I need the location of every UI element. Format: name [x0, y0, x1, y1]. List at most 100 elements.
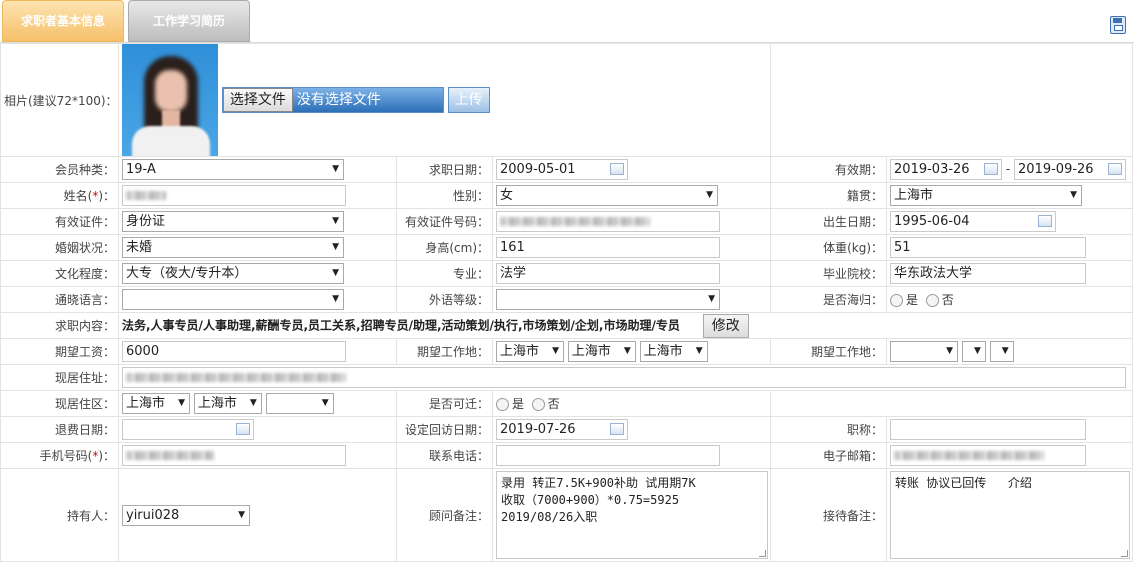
- holder-value: yirui028: [126, 507, 180, 523]
- relocate-no-radio[interactable]: [531, 398, 545, 411]
- education-value: 大专（夜大/专升本）: [126, 266, 248, 281]
- work-place2-province-select[interactable]: ▼: [890, 341, 959, 362]
- salary-input[interactable]: 6000: [122, 341, 346, 362]
- consultant-note-label: 顾问备注：: [396, 468, 493, 562]
- title-input[interactable]: [890, 419, 1087, 440]
- mobile-input[interactable]: [122, 445, 346, 466]
- birth-date-label: 出生日期：: [770, 208, 888, 235]
- chevron-down-icon: ▼: [332, 294, 339, 304]
- visit-date-input[interactable]: 2019-07-26: [496, 419, 628, 440]
- edit-job-content-button[interactable]: 修改: [702, 313, 749, 338]
- district-province-select[interactable]: 上海市 ▼: [122, 393, 190, 414]
- education-label: 文化程度：: [0, 260, 119, 287]
- apply-date-input[interactable]: 2009-05-01: [496, 159, 628, 180]
- height-value: 161: [500, 240, 525, 255]
- language-select[interactable]: ▼: [122, 289, 344, 310]
- height-label: 身高(cm)：: [396, 234, 493, 261]
- native-place-select[interactable]: 上海市 ▼: [890, 185, 1083, 206]
- native-place-label: 籍贯：: [770, 182, 888, 209]
- chevron-down-icon: ▼: [552, 346, 559, 356]
- overseas-label: 是否海归：: [770, 286, 888, 313]
- reception-note-textarea[interactable]: 转账 协议已回传 介绍: [890, 471, 1131, 559]
- redacted-name: [126, 191, 166, 200]
- overseas-no-radio[interactable]: [925, 294, 939, 307]
- gender-select[interactable]: 女 ▼: [496, 185, 718, 206]
- weight-value: 51: [894, 240, 911, 255]
- calendar-icon[interactable]: [1108, 163, 1123, 175]
- calendar-icon[interactable]: [610, 423, 624, 435]
- email-label: 电子邮箱：: [770, 442, 888, 469]
- valid-from-value: 2019-03-26: [894, 162, 970, 177]
- work-place-city-select[interactable]: 上海市 ▼: [567, 341, 636, 362]
- redacted-address: [126, 373, 346, 382]
- birth-date-input[interactable]: 1995-06-04: [890, 211, 1057, 232]
- member-type-select[interactable]: 19-A ▼: [122, 159, 344, 180]
- refund-date-input[interactable]: [122, 419, 254, 440]
- email-input[interactable]: [890, 445, 1087, 466]
- calendar-icon[interactable]: [1038, 215, 1053, 227]
- height-input[interactable]: 161: [496, 237, 720, 258]
- holder-select[interactable]: yirui028 ▼: [122, 504, 250, 526]
- title-label: 职称：: [770, 416, 888, 443]
- district-label: 现居住区：: [0, 390, 119, 417]
- marital-select[interactable]: 未婚 ▼: [122, 237, 344, 258]
- work-place-label: 期望工作地：: [396, 338, 493, 365]
- weight-input[interactable]: 51: [890, 237, 1087, 258]
- relocate-yes-radio[interactable]: [496, 398, 509, 411]
- upload-button[interactable]: 上传: [447, 87, 490, 113]
- yes-label: 是: [512, 397, 525, 411]
- major-value: 法学: [500, 266, 527, 281]
- visit-date-label: 设定回访日期：: [396, 416, 493, 443]
- work-place2-district-select[interactable]: ▼: [989, 341, 1014, 362]
- district-area-select[interactable]: ▼: [265, 393, 334, 414]
- address-input[interactable]: [122, 367, 1126, 388]
- birth-date-value: 1995-06-04: [894, 214, 970, 229]
- work-place2-label: 期望工作地：: [770, 338, 888, 365]
- valid-from-input[interactable]: 2019-03-26: [890, 159, 1003, 180]
- school-label: 毕业院校：: [770, 260, 888, 287]
- phone-input[interactable]: [496, 445, 720, 466]
- id-number-input[interactable]: [496, 211, 720, 232]
- foreign-level-label: 外语等级：: [396, 286, 493, 313]
- chevron-down-icon: ▼: [695, 346, 703, 356]
- id-type-label: 有效证件：: [0, 208, 119, 235]
- work-place2-city-select[interactable]: ▼: [961, 341, 986, 362]
- calendar-icon[interactable]: [984, 163, 999, 175]
- file-input[interactable]: 选择文件 没有选择文件: [221, 87, 444, 113]
- weight-label: 体重(kg)：: [770, 234, 888, 261]
- district-city-select[interactable]: 上海市 ▼: [193, 393, 262, 414]
- calendar-icon[interactable]: [610, 163, 624, 175]
- chevron-down-icon: ▼: [321, 398, 329, 408]
- job-content-label: 求职内容：: [0, 312, 119, 339]
- chevron-down-icon: ▼: [1070, 190, 1078, 200]
- major-input[interactable]: 法学: [496, 263, 720, 284]
- tab-basic-info[interactable]: 求职者基本信息: [2, 0, 124, 42]
- name-input[interactable]: [122, 185, 346, 206]
- overseas-yes-radio[interactable]: [890, 294, 904, 307]
- work-place-district-select[interactable]: 上海市 ▼: [639, 341, 708, 362]
- marital-value: 未婚: [126, 240, 153, 255]
- work-place-province-select[interactable]: 上海市 ▼: [496, 341, 564, 362]
- chevron-down-icon: ▼: [332, 216, 339, 226]
- name-label: 姓名(*)：: [0, 182, 119, 209]
- save-icon[interactable]: [1110, 16, 1126, 34]
- chevron-down-icon: ▼: [249, 398, 257, 408]
- redacted-id-number: [500, 217, 650, 226]
- choose-file-button[interactable]: 选择文件: [222, 88, 293, 112]
- education-select[interactable]: 大专（夜大/专升本） ▼: [122, 263, 344, 284]
- native-place-value: 上海市: [894, 188, 934, 203]
- consultant-note-textarea[interactable]: 录用 转正7.5K+900补助 试用期7K 收取（7000+900）*0.75=…: [496, 471, 768, 559]
- refund-date-label: 退费日期：: [0, 416, 119, 443]
- id-type-select[interactable]: 身份证 ▼: [122, 211, 344, 232]
- tab-work-history[interactable]: 工作学习简历: [128, 0, 250, 42]
- chevron-down-icon: ▼: [332, 242, 339, 252]
- school-input[interactable]: 华东政法大学: [890, 263, 1087, 284]
- no-label: 否: [941, 293, 954, 307]
- relocate-label: 是否可迁：: [396, 390, 493, 417]
- photo-label: 相片(建议72*100)：: [0, 43, 119, 157]
- redacted-email: [894, 451, 1045, 460]
- chevron-down-icon: ▼: [946, 346, 954, 356]
- foreign-level-select[interactable]: ▼: [496, 289, 720, 310]
- calendar-icon[interactable]: [236, 423, 250, 435]
- valid-to-input[interactable]: 2019-09-26: [1014, 159, 1127, 180]
